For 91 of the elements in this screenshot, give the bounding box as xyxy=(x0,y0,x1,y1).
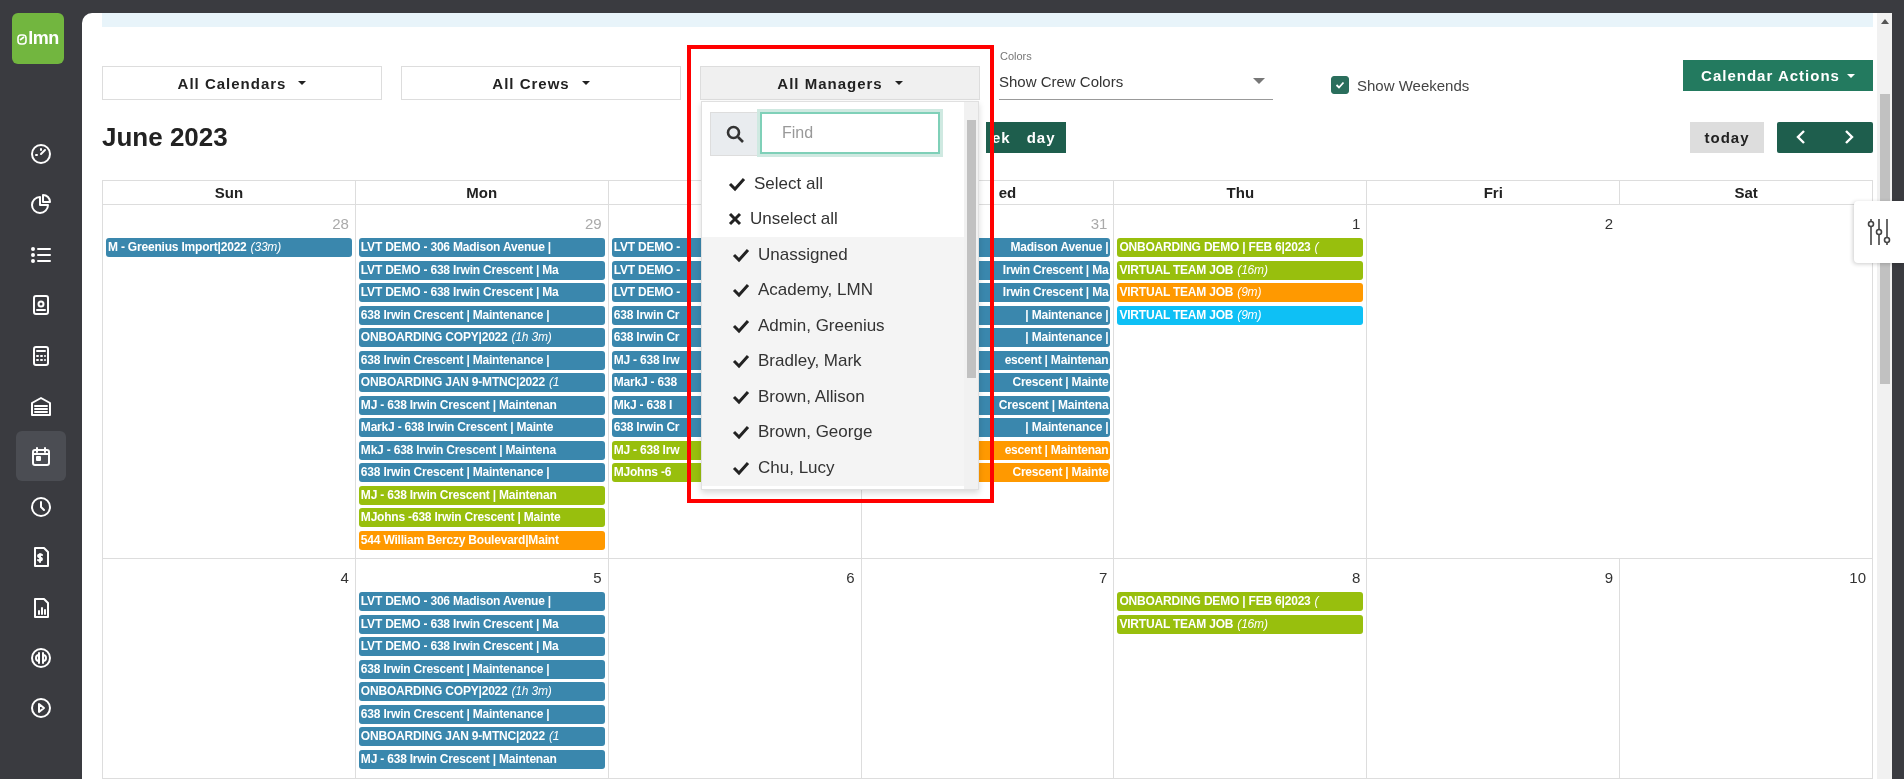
caret-icon xyxy=(894,81,903,85)
today-button[interactable]: today xyxy=(1690,121,1764,153)
calendar-event[interactable]: LVT DEMO - 638 Irwin Crescent | Ma xyxy=(358,260,605,280)
logo-text: lmn xyxy=(28,28,59,49)
menu-item[interactable]: Brown, George xyxy=(702,414,964,450)
menu-item[interactable]: Chu, Lucy xyxy=(702,450,964,486)
weekday-header: Fri xyxy=(1483,184,1503,201)
caret-icon xyxy=(1253,78,1265,84)
calendar-event[interactable]: MJ - 638 Irwin Crescent | Maintenan xyxy=(358,395,605,415)
menu-item[interactable]: Admin, Greenius xyxy=(702,308,964,344)
day-number: 4 xyxy=(340,568,349,588)
day-number: 8 xyxy=(1351,568,1361,588)
checkbox-label: Show Weekends xyxy=(1357,76,1470,94)
id-badge-icon xyxy=(30,294,52,317)
clock-icon xyxy=(30,495,52,518)
pie-chart-icon xyxy=(30,193,52,216)
nav-button[interactable] xyxy=(16,431,66,482)
weekday-header: ed xyxy=(998,184,1017,201)
gauge-icon xyxy=(30,143,52,165)
day-number: 29 xyxy=(585,214,602,234)
weekday-header: Mon xyxy=(466,184,498,201)
filter-dropdown[interactable]: All Calendars xyxy=(102,66,382,100)
day-number: 5 xyxy=(593,568,602,588)
filter-label: All Managers xyxy=(777,74,883,92)
calculator-icon xyxy=(30,344,52,367)
caret-icon xyxy=(581,81,590,85)
calendar-event[interactable]: 544 William Berczy Boulevard|Maint xyxy=(358,530,605,550)
day-number: 6 xyxy=(846,568,855,588)
check-icon xyxy=(1335,80,1345,90)
garage-icon xyxy=(30,394,52,417)
calendar-event[interactable]: ONBOARDING COPY|2022 (1h 3m) xyxy=(358,682,605,701)
calendar-event[interactable]: ONBOARDING DEMO | FEB 6|2023 ( xyxy=(1117,592,1364,611)
calendar-event[interactable]: 638 Irwin Crescent | Maintenance | xyxy=(358,704,605,724)
calendar-event[interactable]: LVT DEMO - 638 Irwin Crescent | Ma xyxy=(358,637,605,656)
calendar-actions-button[interactable]: Calendar Actions xyxy=(1683,60,1873,91)
caret-icon xyxy=(1846,73,1855,78)
weekday-header: Sat xyxy=(1734,184,1758,201)
logo[interactable]: lmn xyxy=(12,13,64,64)
menu-item[interactable]: Brown, Allison xyxy=(702,379,964,415)
x-icon xyxy=(728,212,742,227)
menu-item[interactable]: Bradley, Mark xyxy=(702,343,964,379)
field-label: Colors xyxy=(1000,50,1033,62)
filter-dropdown[interactable]: All Crews xyxy=(401,66,681,100)
calendar-event[interactable]: ONBOARDING COPY|2022 (1h 3m) xyxy=(358,328,605,347)
calendar-event[interactable]: LVT DEMO - 638 Irwin Crescent | Ma xyxy=(358,614,605,634)
calendar-event[interactable]: 638 Irwin Crescent | Maintenance | xyxy=(358,305,605,325)
calendar-event[interactable]: MkJ - 638 Irwin Crescent | Maintena xyxy=(358,440,605,460)
search-field[interactable]: Find xyxy=(760,112,940,154)
calendar-event[interactable]: ONBOARDING JAN 9-MTNC|2022 (1 xyxy=(358,373,605,392)
play-icon xyxy=(30,697,52,720)
circle-logo-icon xyxy=(30,646,52,669)
calendar-event[interactable]: VIRTUAL TEAM JOB (16m) xyxy=(1117,260,1364,280)
day-number: 10 xyxy=(1849,568,1866,588)
month-title: June 2023 xyxy=(102,121,228,153)
calendar-event[interactable]: VIRTUAL TEAM JOB (9m) xyxy=(1117,305,1364,325)
calendar-event[interactable]: MJ - 638 Irwin Crescent | Maintenan xyxy=(358,485,605,505)
calendar-event[interactable]: 638 Irwin Crescent | Maintenance | xyxy=(358,350,605,370)
sliders-icon xyxy=(1867,217,1891,247)
filter-panel-button[interactable] xyxy=(1854,201,1904,263)
filter-label: All Calendars xyxy=(177,74,287,92)
calendar-event[interactable]: LVT DEMO - 638 Irwin Crescent | Ma xyxy=(358,283,605,302)
calendar-event[interactable]: ONBOARDING DEMO | FEB 6|2023 ( xyxy=(1117,238,1364,257)
calendar-event[interactable]: LVT DEMO - 306 Madison Avenue | xyxy=(358,238,605,257)
calendar-event[interactable]: MJ - 638 Irwin Crescent | Maintenan xyxy=(358,749,605,769)
calendar-event[interactable]: VIRTUAL TEAM JOB (16m) xyxy=(1117,614,1364,634)
day-number: 2 xyxy=(1604,214,1614,234)
calendar-event[interactable]: LVT DEMO - 306 Madison Avenue | xyxy=(358,592,605,611)
chevron-right-icon xyxy=(1844,129,1854,145)
calendar-event[interactable]: VIRTUAL TEAM JOB (9m) xyxy=(1117,283,1364,302)
menu-item[interactable]: Unassigned xyxy=(702,237,964,273)
calendar-event[interactable]: MarkJ - 638 Irwin Crescent | Mainte xyxy=(358,418,605,437)
calendar-event[interactable]: MJohns -638 Irwin Crescent | Mainte xyxy=(358,508,605,527)
checkbox[interactable] xyxy=(1331,76,1349,94)
search-icon xyxy=(726,125,744,143)
filter-dropdown[interactable]: All Managers xyxy=(700,66,980,100)
calendar-event[interactable]: M - Greenius Import|2022 (33m) xyxy=(106,238,352,257)
day-number: 7 xyxy=(1099,568,1108,588)
day-number: 28 xyxy=(332,214,349,234)
day-number: 1 xyxy=(1351,214,1361,234)
calendar-event[interactable]: ONBOARDING JAN 9-MTNC|2022 (1 xyxy=(358,727,605,746)
weekday-header: Thu xyxy=(1226,184,1255,201)
calendar-event[interactable]: 638 Irwin Crescent | Maintenance | xyxy=(358,463,605,482)
calendar-event[interactable]: 638 Irwin Crescent | Maintenance | xyxy=(358,659,605,679)
calendar-icon xyxy=(30,445,52,468)
day-number: 31 xyxy=(1090,214,1108,234)
day-number: 9 xyxy=(1604,568,1614,588)
filter-label: All Crews xyxy=(492,74,570,92)
caret-icon xyxy=(298,81,307,85)
chevron-left-icon xyxy=(1796,129,1806,145)
weekday-header: Sun xyxy=(214,184,244,201)
menu-item[interactable]: Academy, LMN xyxy=(702,272,964,308)
